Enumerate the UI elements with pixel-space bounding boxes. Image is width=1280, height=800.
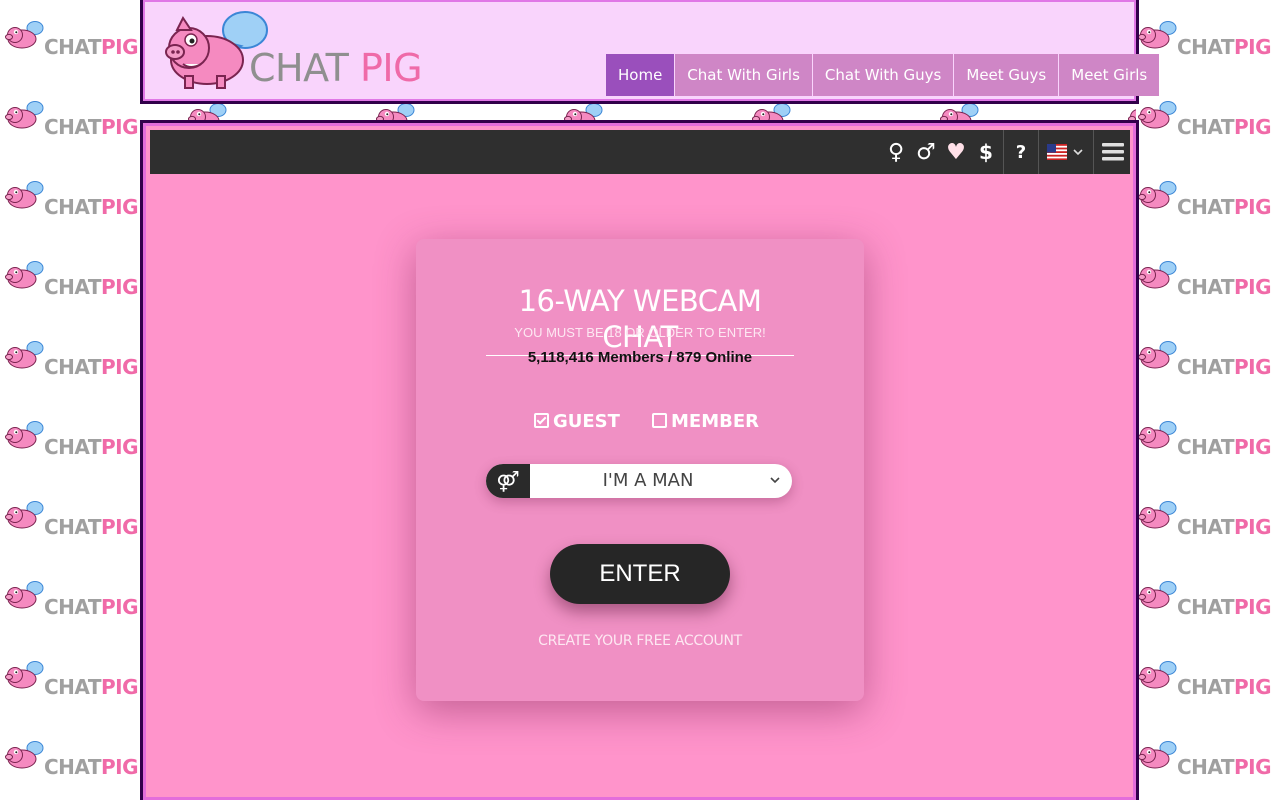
chatpig-logo-tile: CHATPIG <box>1137 648 1272 708</box>
chatpig-logo-tile: CHATPIG <box>0 728 139 788</box>
unchecked-checkbox-icon <box>652 413 667 428</box>
nav-item-meet-girls[interactable]: Meet Girls <box>1058 54 1160 96</box>
login-mode-selector: GUEST MEMBER <box>416 411 864 433</box>
chevron-down-icon <box>1073 149 1083 156</box>
heart-icon[interactable]: ♥ <box>941 130 971 174</box>
logo-wordmark: CHAT PIG <box>249 46 423 90</box>
toolbar-divider <box>1038 130 1039 174</box>
chatpig-logo-tile: CHATPIG <box>0 168 139 228</box>
nav-item-chat-with-girls[interactable]: Chat With Girls <box>674 54 812 96</box>
chat-toolbar: ♀ ♂ ♥ $ ? <box>150 130 1130 174</box>
checked-checkbox-icon <box>534 413 549 428</box>
main-panel: ♀ ♂ ♥ $ ? 16-WAY WEBCAM CHAT YOU MUST BE… <box>140 120 1139 800</box>
member-option[interactable]: MEMBER <box>652 411 759 433</box>
gender-select-value: I'M A MAN <box>602 470 694 491</box>
logo-strip: CHATPIG CHATPIG CHATPIG CHATPIG CHATPIG CHATP… <box>143 104 1136 120</box>
gender-select[interactable]: ⚤ I'M A MAN <box>486 464 792 498</box>
guest-label: GUEST <box>553 411 620 432</box>
chatpig-logo-tile: CHATPIG <box>1137 488 1272 548</box>
chatpig-logo-tile: CHATPIG <box>1137 328 1272 388</box>
chatpig-logo-tile: CHATPIG <box>747 104 886 120</box>
chatpig-logo-tile: CHATPIG <box>0 88 139 148</box>
female-icon[interactable]: ♀ <box>881 130 911 174</box>
male-icon[interactable]: ♂ <box>911 130 941 174</box>
site-logo[interactable]: CHAT PIG <box>161 4 423 94</box>
chatpig-logo-tile: CHATPIG <box>559 104 698 120</box>
create-account-link[interactable]: CREATE YOUR FREE ACCOUNT <box>416 633 864 649</box>
enter-button[interactable]: ENTER <box>550 544 730 604</box>
nav-item-chat-with-guys[interactable]: Chat With Guys <box>811 54 954 96</box>
chevron-down-icon <box>770 477 780 484</box>
chatpig-logo-tile: CHATPIG <box>1137 248 1272 308</box>
chatpig-logo-tile: CHATPIG <box>0 8 139 68</box>
toolbar-divider <box>1093 130 1094 174</box>
login-card: 16-WAY WEBCAM CHAT YOU MUST BE 18 OR OLD… <box>416 239 864 701</box>
chatpig-logo-tile: CHATPIG <box>935 104 1074 120</box>
main-nav: Home Chat With Girls Chat With Guys Meet… <box>605 54 1160 96</box>
chatpig-logo-tile: CHATPIG <box>371 104 510 120</box>
right-logo-column: CHATPIG CHATPIG CHATPIG CHATPIG CHATPIG CHATP… <box>1137 0 1280 800</box>
nav-item-home[interactable]: Home <box>605 54 675 96</box>
chatpig-logo-tile: CHATPIG <box>0 328 139 388</box>
chatpig-logo-tile: CHATPIG <box>0 248 139 308</box>
dollar-icon[interactable]: $ <box>971 130 1001 174</box>
guest-option[interactable]: GUEST <box>534 411 620 433</box>
chatpig-logo-tile: CHATPIG <box>1137 168 1272 228</box>
chatpig-logo-tile: CHATPIG <box>1137 88 1272 148</box>
chatpig-logo-tile: CHATPIG <box>1137 408 1272 468</box>
language-selector[interactable] <box>1041 144 1091 160</box>
chatpig-logo-tile: CHATPIG <box>1137 728 1272 788</box>
help-icon[interactable]: ? <box>1006 130 1036 174</box>
chatpig-logo-tile: CHATPIG <box>0 648 139 708</box>
chatpig-logo-tile: CHATPIG <box>0 488 139 548</box>
chatpig-logo-tile: CHATPIG <box>0 408 139 468</box>
member-label: MEMBER <box>671 411 759 432</box>
chatpig-logo-tile: CHATPIG <box>1123 104 1136 120</box>
menu-icon[interactable] <box>1096 130 1130 174</box>
age-notice: YOU MUST BE 18 OR OLDER TO ENTER! <box>514 325 766 340</box>
toolbar-divider <box>1003 130 1004 174</box>
chatpig-logo-tile: CHATPIG <box>0 568 139 628</box>
us-flag-icon <box>1047 144 1067 160</box>
left-logo-column: CHATPIG CHATPIG CHATPIG CHATPIG CHATPIG CHATP… <box>0 0 140 800</box>
chatpig-logo-tile: CHATPIG <box>1137 568 1272 628</box>
gender-icon: ⚤ <box>486 464 530 498</box>
site-header: CHAT PIG Home Chat With Girls Chat With … <box>140 0 1160 104</box>
page-title: 16-WAY WEBCAM CHAT <box>486 283 794 356</box>
nav-item-meet-guys[interactable]: Meet Guys <box>953 54 1059 96</box>
chatpig-logo-tile: CHATPIG <box>183 104 322 120</box>
member-count: 5,118,416 Members / 879 Online <box>527 349 753 366</box>
